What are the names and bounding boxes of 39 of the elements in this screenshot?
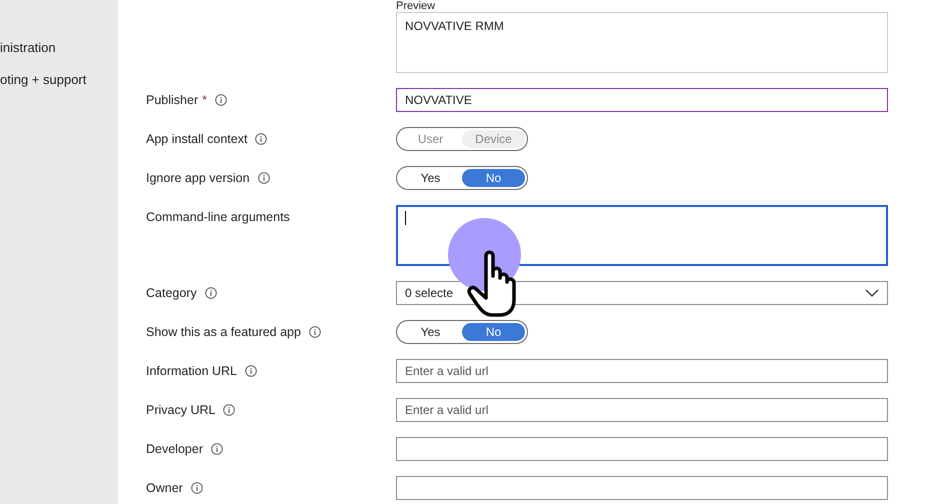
text-field[interactable] — [396, 437, 888, 461]
field-label: Publisher — [146, 92, 198, 109]
text-field[interactable] — [396, 476, 888, 500]
text-field[interactable]: NOVVATIVE — [396, 88, 888, 112]
text-area[interactable] — [396, 205, 888, 266]
field-label: Owner — [146, 480, 183, 497]
required-mark: * — [202, 92, 207, 109]
sidebar-item[interactable]: inistration — [0, 39, 56, 57]
info-icon — [255, 133, 268, 145]
field-label: Show this as a featured app — [146, 324, 301, 341]
toggle-switch[interactable]: Yes No — [396, 166, 528, 190]
field-label: App install context — [146, 130, 248, 148]
field-label: Information URL — [146, 362, 238, 380]
field-label: Category — [146, 284, 197, 302]
field-label: Command-line arguments — [146, 208, 290, 226]
sidebar-item[interactable]: oting + support — [0, 71, 86, 89]
preview-label: Preview — [396, 0, 436, 12]
info-icon — [204, 287, 217, 299]
field-label: Ignore app version — [146, 170, 250, 187]
info-icon — [190, 482, 203, 494]
text-field[interactable]: Enter a valid url — [396, 359, 888, 383]
field-label: Developer — [146, 440, 203, 458]
info-icon — [308, 326, 321, 338]
category-dropdown[interactable]: 0 selecte — [396, 281, 888, 305]
toggle-option[interactable]: Yes — [399, 169, 462, 187]
chevron-down-icon — [865, 289, 879, 297]
info-icon — [215, 94, 227, 106]
toggle-option[interactable]: No — [462, 323, 525, 341]
toggle-option[interactable]: Yes — [399, 323, 462, 341]
text-caret — [405, 211, 406, 225]
toggle-switch[interactable]: Yes No — [396, 320, 528, 344]
preview-box: NOVVATIVE RMM — [396, 12, 888, 73]
info-icon — [258, 172, 270, 184]
text-field[interactable]: Enter a valid url — [396, 398, 888, 422]
info-icon — [245, 365, 258, 377]
info-icon — [223, 404, 236, 416]
field-label: Privacy URL — [146, 402, 216, 419]
info-icon — [210, 443, 223, 455]
toggle-option[interactable]: No — [462, 169, 525, 187]
